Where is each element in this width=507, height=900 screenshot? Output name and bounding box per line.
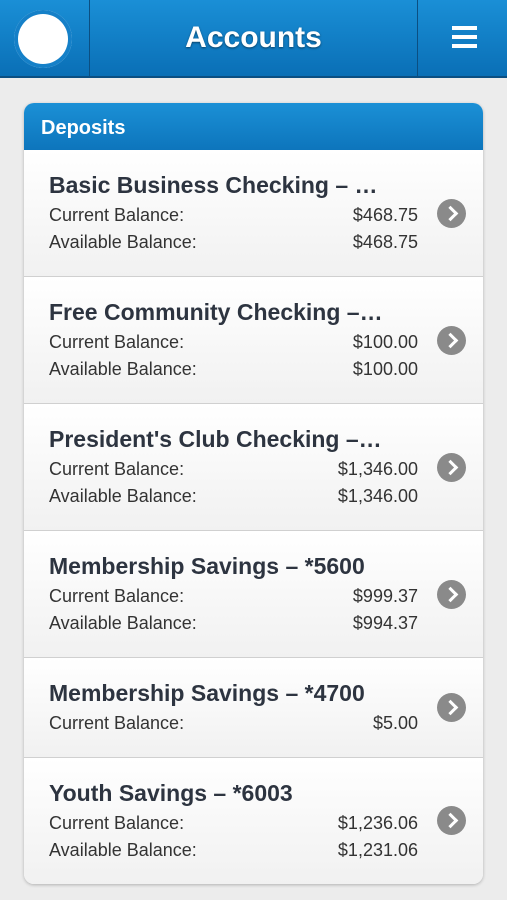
current-balance-line: Current Balance: $1,346.00: [49, 459, 418, 483]
chevron-right-icon[interactable]: [437, 199, 466, 228]
menu-button[interactable]: [417, 0, 507, 76]
chevron-right-icon[interactable]: [437, 693, 466, 722]
balance-value: $1,231.06: [337, 840, 418, 860]
balance-label: Current Balance:: [49, 332, 185, 352]
balance-value: $1,346.00: [337, 459, 418, 479]
available-balance-line: Available Balance: $468.75: [49, 232, 418, 256]
balance-label: Available Balance:: [49, 840, 197, 860]
account-row[interactable]: Free Community Checking –… Current Balanc…: [24, 277, 483, 404]
balance-label: Current Balance:: [49, 586, 185, 606]
available-balance-line: Available Balance: $994.37: [49, 613, 418, 637]
balance-value: $100.00: [352, 332, 418, 352]
balance-label: Available Balance:: [49, 486, 197, 506]
balance-value: $5.00: [372, 713, 418, 733]
balance-label: Current Balance:: [49, 713, 185, 733]
account-name: Basic Business Checking – …: [49, 172, 378, 198]
current-balance-line: Current Balance: $468.75: [49, 205, 418, 229]
chevron-right-icon[interactable]: [437, 806, 466, 835]
account-row[interactable]: Basic Business Checking – … Current Balan…: [24, 150, 483, 277]
chevron-right-icon[interactable]: [437, 326, 466, 355]
circle-logo-icon: [14, 10, 72, 68]
current-balance-line: Current Balance: $999.37: [49, 586, 418, 610]
account-list: Basic Business Checking – … Current Balan…: [24, 150, 483, 884]
chevron-right-icon[interactable]: [437, 453, 466, 482]
account-name: President's Club Checking –…: [49, 426, 382, 452]
current-balance-line: Current Balance: $1,236.06: [49, 813, 418, 837]
account-name: Youth Savings – *6003: [49, 780, 293, 806]
balance-value: $1,236.06: [337, 813, 418, 833]
chevron-right-icon[interactable]: [437, 580, 466, 609]
section-header: Deposits: [24, 103, 483, 150]
available-balance-line: Available Balance: $1,231.06: [49, 840, 418, 864]
balance-label: Current Balance:: [49, 459, 185, 479]
balance-label: Available Balance:: [49, 232, 197, 252]
balance-label: Available Balance:: [49, 359, 197, 379]
balance-value: $468.75: [352, 205, 418, 225]
balance-value: $1,346.00: [337, 486, 418, 506]
available-balance-line: Available Balance: $100.00: [49, 359, 418, 383]
current-balance-line: Current Balance: $100.00: [49, 332, 418, 356]
account-name: Membership Savings – *4700: [49, 680, 365, 706]
account-row[interactable]: Youth Savings – *6003 Current Balance: $1,…: [24, 758, 483, 884]
balance-label: Current Balance:: [49, 813, 185, 833]
balance-label: Available Balance:: [49, 613, 197, 633]
hamburger-menu-icon: [452, 26, 477, 48]
current-balance-line: Current Balance: $5.00: [49, 713, 418, 737]
account-name: Membership Savings – *5600: [49, 553, 365, 579]
account-name: Free Community Checking –…: [49, 299, 383, 325]
account-row[interactable]: Membership Savings – *4700 Current Balanc…: [24, 658, 483, 758]
account-row[interactable]: President's Club Checking –… Current Bala…: [24, 404, 483, 531]
deposits-card: Deposits Basic Business Checking – … Curr…: [24, 103, 483, 884]
balance-value: $100.00: [352, 359, 418, 379]
balance-value: $999.37: [352, 586, 418, 606]
page-title: Accounts: [185, 21, 322, 54]
logo-button[interactable]: [0, 0, 90, 76]
balance-value: $468.75: [352, 232, 418, 252]
balance-label: Current Balance:: [49, 205, 185, 225]
account-row[interactable]: Membership Savings – *5600 Current Balanc…: [24, 531, 483, 658]
top-app-bar: Accounts: [0, 0, 507, 78]
balance-value: $994.37: [352, 613, 418, 633]
available-balance-line: Available Balance: $1,346.00: [49, 486, 418, 510]
